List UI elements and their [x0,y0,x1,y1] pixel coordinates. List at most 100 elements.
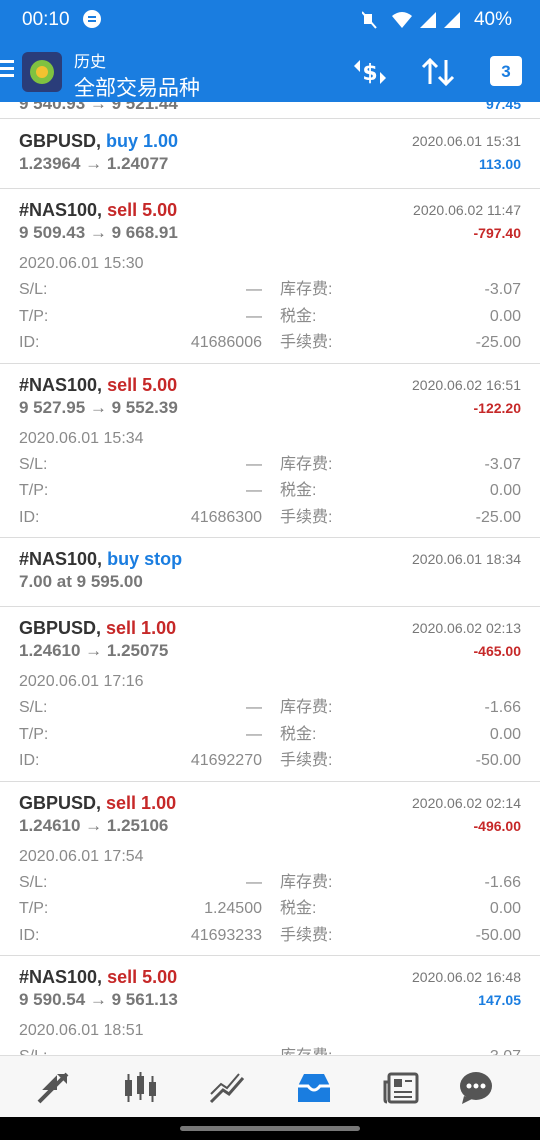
sl-value: — [19,1044,262,1055]
item-open-time: 2020.06.01 15:30 [19,255,144,272]
swap-label: 库存费: [280,873,333,891]
item-prices: 9 509.43 → 9 668.91 [19,223,178,242]
app-bar: 历史 全部交易品种 $ 3 [0,40,540,102]
wifi-icon [392,12,412,28]
message-notification-icon [83,10,101,28]
history-item[interactable]: #NAS100, sell 5.00 2020.06.02 11:47 9 50… [0,189,540,364]
item-prices: 9 540.93 → 9 521.44 [19,102,178,113]
commission-value: -50.00 [475,752,521,769]
commission-value: -50.00 [475,926,521,944]
commission-label: 手续费: [280,752,333,769]
item-prices: 7.00 at 9 595.00 [19,572,143,591]
item-open-time: 2020.06.01 17:54 [19,847,144,865]
commission-value: -25.00 [475,334,521,351]
item-side: buy stop [107,549,183,569]
history-item[interactable]: GBPUSD, sell 1.00 2020.06.02 02:13 1.246… [0,607,540,782]
calendar-period-button[interactable]: 3 [490,56,522,86]
currency-exchange-icon[interactable]: $ [350,52,390,92]
item-prices: 1.24610 → 1.25106 [19,815,169,835]
item-date: 2020.06.01 18:34 [412,551,521,567]
gesture-handle[interactable] [180,1126,360,1131]
sl-value: — [246,281,262,298]
mute-icon [362,11,377,29]
history-item[interactable]: #NAS100, sell 5.00 2020.06.02 16:51 9 52… [0,364,540,538]
calendar-day: 3 [501,62,511,81]
item-prices: 1.24610 → 1.25075 [19,641,169,660]
item-date: 2020.06.02 02:14 [412,794,521,811]
item-profit: 97.45 [485,102,521,112]
page-title: 历史 [74,54,107,71]
item-profit: -496.00 [473,817,521,834]
item-side: sell 5.00 [107,200,178,220]
item-date: 2020.06.02 16:48 [412,969,521,985]
sl-value: — [246,699,262,716]
id-value: 41686006 [190,334,262,351]
symbol-filter[interactable]: 全部交易品种 [74,72,200,102]
commission-value: -25.00 [475,508,521,526]
history-item[interactable]: #NAS100, buy stop 2020.06.01 18:34 7.00 … [0,538,540,607]
tax-label: 税金: [280,900,317,917]
signal-icon-2 [444,12,460,28]
bottom-navigation [0,1055,540,1118]
sl-value: — [246,873,262,891]
item-symbol-line: #NAS100, buy stop [19,549,183,569]
sort-icon[interactable] [418,52,458,92]
swap-label: 库存费: [280,1044,332,1055]
chat-icon[interactable] [456,1068,496,1108]
signal-icon [420,12,436,28]
item-date: 2020.06.02 02:13 [412,620,521,636]
history-item[interactable]: #NAS100, sell 5.00 2020.06.02 16:48 9 59… [0,956,540,1055]
item-profit: 147.05 [478,992,521,1008]
item-symbol-line: GBPUSD, buy 1.00 [19,131,179,151]
history-icon[interactable] [294,1068,334,1108]
item-symbol-line: #NAS100, sell 5.00 [19,200,178,220]
item-date: 2020.06.02 16:51 [412,376,521,393]
item-open-time: 2020.06.01 17:16 [19,673,144,690]
item-profit: -797.40 [473,225,521,241]
commission-label: 手续费: [280,334,333,351]
tax-value: 0.00 [489,900,521,917]
news-icon[interactable] [381,1068,421,1108]
history-item-partial[interactable]: 9 540.93 → 9 521.44 97.45 [0,102,540,119]
battery-level: 40% [473,9,512,30]
id-value: 41686300 [190,508,262,526]
history-item[interactable]: GBPUSD, buy 1.00 2020.06.01 15:31 1.2396… [0,119,540,189]
swap-value: -1.66 [484,873,521,891]
item-symbol-line: GBPUSD, sell 1.00 [19,618,177,638]
tp-value: — [246,482,262,499]
tp-value: — [246,725,262,743]
tax-label: 税金: [280,482,317,499]
chart-icon[interactable] [120,1068,160,1108]
item-side: sell 1.00 [106,792,177,813]
item-date: 2020.06.02 11:47 [413,202,521,218]
item-symbol-line: #NAS100, sell 5.00 [19,967,178,987]
app-logo [22,52,62,92]
item-open-time: 2020.06.01 18:51 [19,1022,144,1039]
quotes-icon[interactable] [33,1068,73,1108]
status-icons [362,11,460,29]
tax-value: 0.00 [489,307,521,325]
item-open-time: 2020.06.01 15:34 [19,429,144,447]
item-side: sell 1.00 [106,618,177,638]
menu-icon[interactable] [0,60,14,80]
svg-text:$: $ [362,61,377,86]
tp-value: 1.24500 [204,900,262,917]
status-time: 00:10 [22,9,70,30]
swap-value: -1.66 [484,699,521,716]
id-value: 41692270 [190,752,262,769]
item-date: 2020.06.01 15:31 [412,133,521,149]
item-prices: 9 590.54 → 9 561.13 [19,990,178,1009]
history-item[interactable]: GBPUSD, sell 1.00 2020.06.02 02:14 1.246… [0,782,540,956]
trade-icon[interactable] [207,1068,247,1108]
tax-value: 0.00 [489,725,521,743]
history-list[interactable]: 9 540.93 → 9 521.44 97.45 GBPUSD, buy 1.… [0,102,540,1055]
swap-value: -3.07 [484,455,521,473]
item-profit: -122.20 [473,399,521,416]
item-symbol-line: #NAS100, sell 5.00 [19,374,178,395]
item-side: sell 5.00 [107,374,178,395]
item-prices: 9 527.95 → 9 552.39 [19,397,178,417]
id-value: 41693233 [190,926,262,944]
swap-value: -3.07 [485,1044,521,1055]
swap-label: 库存费: [280,281,333,298]
tax-value: 0.00 [489,482,521,499]
